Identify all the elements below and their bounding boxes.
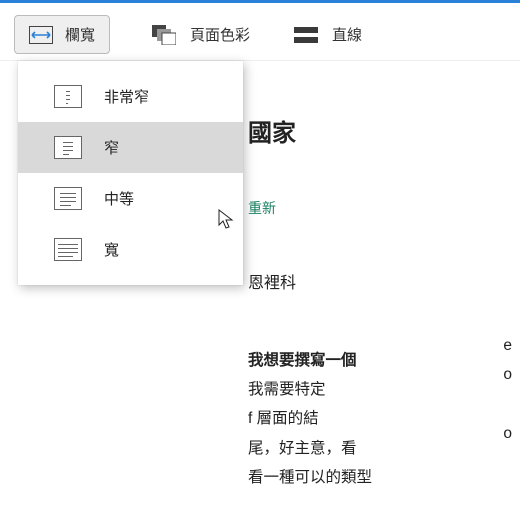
line-focus-icon	[294, 27, 318, 43]
narrow-icon	[54, 136, 82, 159]
page-color-label: 頁面色彩	[190, 24, 250, 45]
column-width-dropdown: 非常窄 窄 中等	[18, 61, 243, 285]
medium-icon	[54, 187, 82, 210]
reader-content: 國家 重新 恩裡科 我想要撰寫一個 我需要特定 f 層面的結 尾，好主意，看 看…	[248, 111, 514, 493]
article-text-line: f 層面的結	[248, 410, 319, 427]
column-width-label: 欄寬	[65, 24, 95, 45]
dropdown-option-wide[interactable]: 寬	[18, 224, 243, 275]
article-text-line: 我需要特定	[248, 381, 326, 398]
article-text-bold: 我想要撰寫一個	[248, 352, 357, 369]
column-width-button[interactable]: 欄寬	[14, 15, 110, 54]
dropdown-option-very-narrow[interactable]: 非常窄	[18, 71, 243, 122]
page-color-button[interactable]: 頁面色彩	[150, 16, 252, 53]
article-text-line: 尾，好主意，看	[248, 440, 357, 457]
dropdown-option-label: 非常窄	[104, 86, 149, 107]
column-width-icon	[29, 26, 53, 44]
edit-link-fragment[interactable]: 重新	[248, 195, 514, 222]
dropdown-option-narrow[interactable]: 窄	[18, 122, 243, 173]
article-title: 國家	[248, 111, 514, 157]
dropdown-option-medium[interactable]: 中等	[18, 173, 243, 224]
page-color-icon	[152, 25, 176, 45]
line-focus-button[interactable]: 直線	[292, 16, 364, 53]
dropdown-option-label: 窄	[104, 137, 119, 158]
dropdown-option-label: 中等	[104, 188, 134, 209]
article-text-line: 看一種可以的類型	[248, 469, 372, 486]
reader-toolbar: 欄寬 頁面色彩 直線	[0, 3, 520, 61]
dropdown-option-label: 寬	[104, 239, 119, 260]
article-text-line: 恩裡科	[248, 269, 514, 299]
very-narrow-icon	[54, 85, 82, 108]
article-text-right-column: e o o	[503, 331, 512, 449]
line-focus-label: 直線	[332, 24, 362, 45]
wide-icon	[54, 238, 82, 261]
